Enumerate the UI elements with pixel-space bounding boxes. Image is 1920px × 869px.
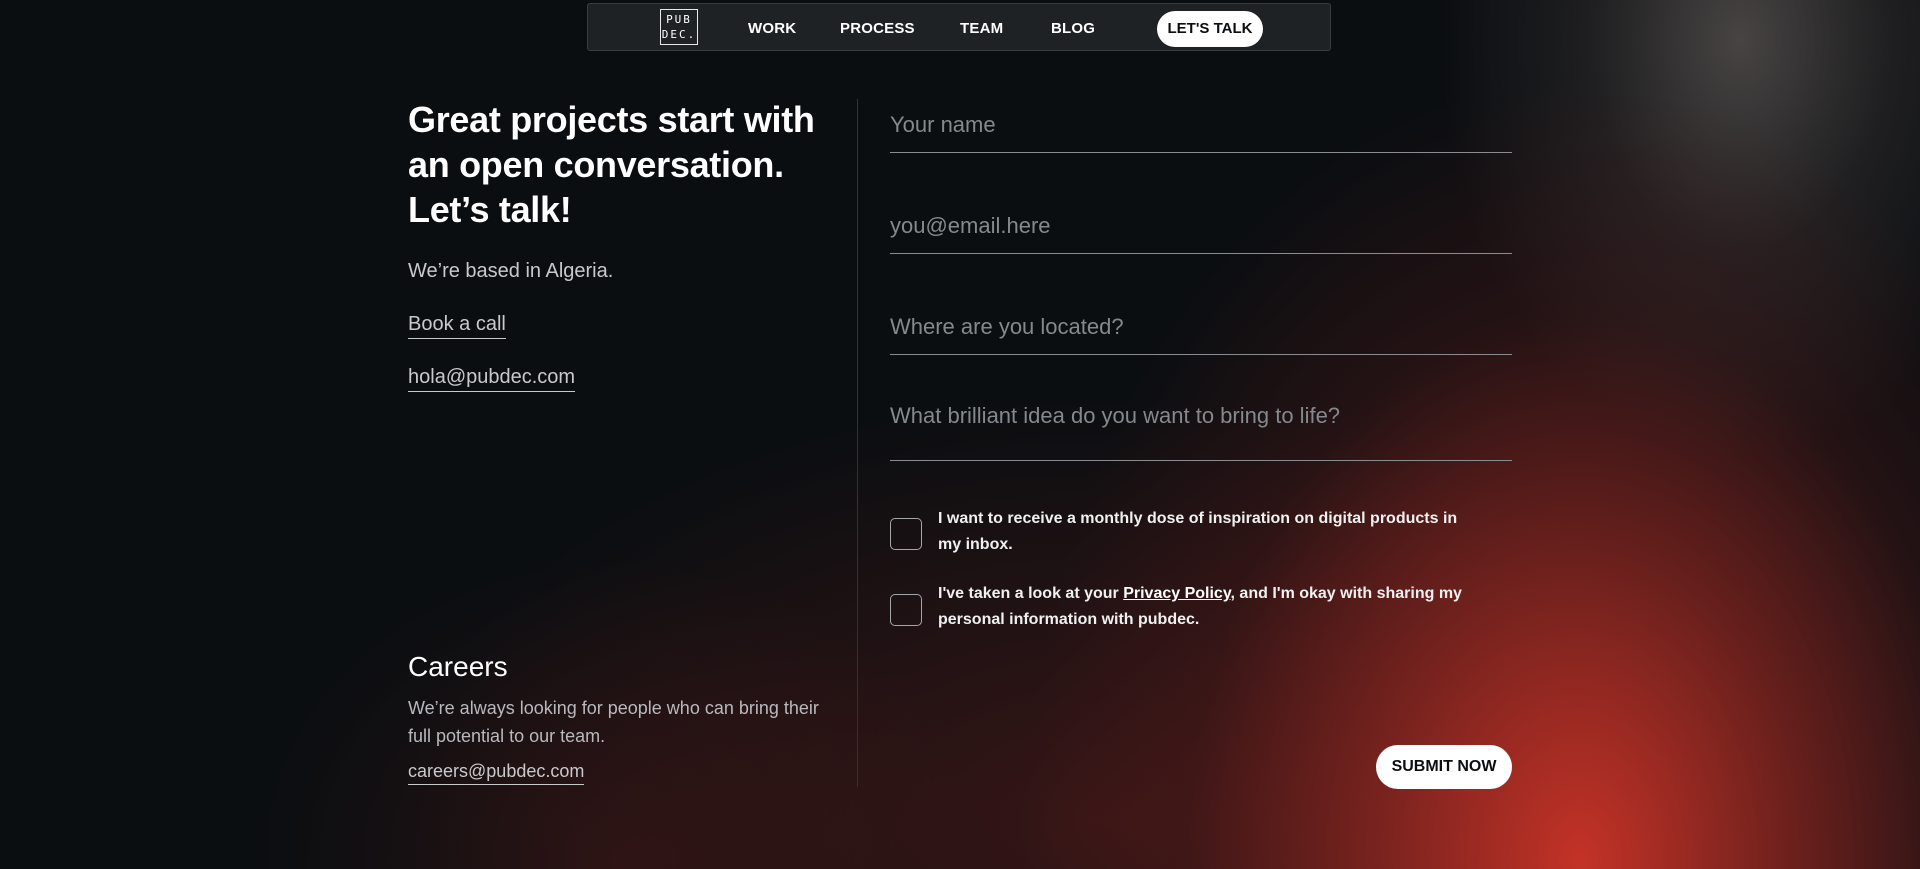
nav-item-blog[interactable]: BLOG — [1051, 20, 1095, 37]
newsletter-label: I want to receive a monthly dose of insp… — [938, 510, 1458, 553]
nav-item-process[interactable]: PROCESS — [840, 20, 915, 37]
idea-textarea[interactable] — [890, 403, 1512, 429]
column-divider — [857, 99, 858, 787]
location-input[interactable] — [890, 314, 1512, 340]
logo-text-top: PUB — [666, 13, 692, 26]
email-field-wrapper — [890, 213, 1512, 254]
contact-email-link[interactable]: hola@pubdec.com — [408, 366, 576, 392]
email-input[interactable] — [890, 213, 1512, 239]
pubdec-logo[interactable]: PUB DEC. — [660, 9, 698, 45]
nav-item-work[interactable]: WORK — [748, 20, 796, 37]
name-field-wrapper — [890, 112, 1512, 153]
newsletter-consent-row: I want to receive a monthly dose of insp… — [890, 506, 1512, 562]
idea-field-wrapper — [890, 403, 1512, 461]
name-input[interactable] — [890, 112, 1512, 138]
careers-email-link[interactable]: careers@pubdec.com — [408, 761, 585, 785]
nav-item-team[interactable]: TEAM — [960, 20, 1003, 37]
privacy-text-before: I've taken a look at your — [938, 585, 1124, 602]
lets-talk-button[interactable]: LET'S TALK — [1157, 11, 1263, 47]
logo-text-bottom: DEC. — [661, 28, 697, 41]
top-nav: PUB DEC. WORK PROCESS TEAM BLOG LET'S TA… — [587, 3, 1331, 51]
newsletter-checkbox[interactable] — [890, 518, 922, 550]
careers-heading: Careers — [408, 651, 508, 682]
location-field-wrapper — [890, 314, 1512, 355]
location-text: We’re based in Algeria. — [408, 260, 614, 282]
privacy-label: I've taken a look at your Privacy Policy… — [938, 581, 1478, 633]
privacy-policy-link[interactable]: Privacy Policy — [1123, 585, 1230, 602]
submit-button[interactable]: SUBMIT NOW — [1376, 745, 1512, 789]
privacy-consent-row: I've taken a look at your Privacy Policy… — [890, 581, 1512, 637]
book-call-link[interactable]: Book a call — [408, 313, 506, 339]
privacy-checkbox[interactable] — [890, 594, 922, 626]
page-headline: Great projects start with an open conver… — [408, 99, 815, 230]
careers-description: We’re always looking for people who can … — [408, 698, 819, 746]
